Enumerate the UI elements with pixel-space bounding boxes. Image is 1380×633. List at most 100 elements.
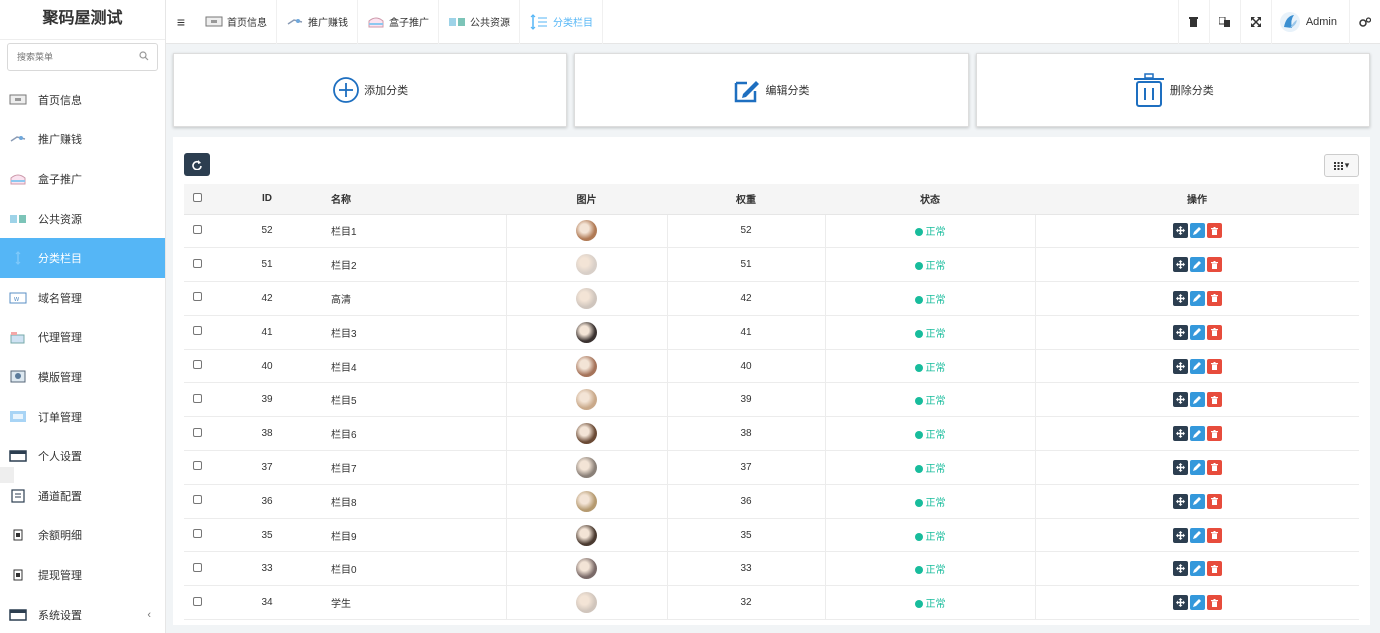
refresh-button[interactable] [184, 153, 210, 176]
search-box[interactable] [7, 43, 158, 71]
drag-move-button[interactable] [1172, 324, 1188, 340]
delete-row-button[interactable] [1206, 459, 1222, 475]
row-checkbox[interactable] [193, 292, 202, 302]
col-header-weight[interactable]: 权重 [667, 184, 825, 215]
category-thumbnail[interactable] [576, 355, 597, 377]
delete-category-button[interactable]: 删除分类 [975, 53, 1370, 127]
sidebar-item-promo[interactable]: 推广赚钱 [0, 120, 165, 160]
row-select-cell[interactable] [184, 551, 211, 587]
clear-cache-button[interactable] [1177, 0, 1209, 44]
edit-row-button[interactable] [1189, 561, 1205, 577]
edit-row-button[interactable] [1189, 324, 1205, 340]
col-header-image[interactable]: 图片 [506, 184, 667, 215]
sidebar-item-channel[interactable]: 通道配置 [0, 476, 165, 516]
table-row[interactable]: 33 栏目0 33 正常 [184, 551, 1359, 587]
row-select-cell[interactable] [184, 484, 211, 519]
delete-row-button[interactable] [1206, 290, 1222, 306]
table-row[interactable]: 41 栏目3 41 正常 [184, 315, 1359, 350]
row-checkbox[interactable] [193, 326, 202, 336]
delete-row-button[interactable] [1206, 324, 1222, 340]
tab-home[interactable]: 首页信息 [196, 0, 277, 44]
edit-row-button[interactable] [1189, 358, 1205, 374]
drag-move-button[interactable] [1172, 595, 1188, 611]
sidebar-item-domain[interactable]: w 域名管理 [0, 278, 165, 318]
drag-move-button[interactable] [1172, 358, 1188, 374]
sidebar-item-balance[interactable]: 余额明细 [0, 516, 165, 556]
category-thumbnail[interactable] [576, 490, 597, 512]
delete-row-button[interactable] [1206, 223, 1222, 239]
drag-move-button[interactable] [1172, 527, 1188, 543]
table-row[interactable]: 51 栏目2 51 正常 [184, 247, 1359, 283]
add-category-button[interactable]: 添加分类 [173, 53, 568, 127]
edit-row-button[interactable] [1189, 426, 1205, 442]
sidebar-item-template[interactable]: 模版管理 [0, 357, 165, 397]
tab-category[interactable]: 分类栏目 [520, 0, 603, 44]
drag-move-button[interactable] [1172, 290, 1188, 306]
col-header-status[interactable]: 状态 [825, 184, 1035, 215]
drag-move-button[interactable] [1172, 493, 1188, 509]
delete-row-button[interactable] [1206, 257, 1222, 273]
sidebar-item-category[interactable]: 分类栏目 [0, 238, 165, 278]
row-checkbox[interactable] [193, 596, 202, 606]
tab-resource[interactable]: 公共资源 [439, 0, 520, 44]
table-row[interactable]: 52 栏目1 52 正常 [184, 214, 1359, 249]
delete-row-button[interactable] [1206, 493, 1222, 509]
category-thumbnail[interactable] [576, 389, 597, 411]
tab-box[interactable]: 盒子推广 [358, 0, 439, 44]
search-icon[interactable] [139, 51, 149, 61]
table-row[interactable]: 38 栏目6 38 正常 [184, 416, 1359, 452]
category-thumbnail[interactable] [576, 321, 597, 343]
category-thumbnail[interactable] [576, 558, 597, 580]
row-checkbox[interactable] [193, 393, 202, 403]
sidebar-item-system[interactable]: 系统设置 ‹ [0, 595, 165, 633]
col-header-name[interactable]: 名称 [323, 184, 506, 215]
sidebar-item-box[interactable]: 盒子推广 [0, 159, 165, 199]
language-button[interactable] [1208, 0, 1240, 44]
table-row[interactable]: 39 栏目5 39 正常 [184, 382, 1359, 418]
edit-row-button[interactable] [1189, 459, 1205, 475]
row-checkbox[interactable] [193, 461, 202, 471]
row-select-cell[interactable] [184, 247, 211, 283]
edit-row-button[interactable] [1189, 493, 1205, 509]
search-input[interactable] [8, 44, 128, 70]
drag-move-button[interactable] [1172, 223, 1188, 239]
category-thumbnail[interactable] [576, 423, 597, 445]
delete-row-button[interactable] [1206, 527, 1222, 543]
row-select-cell[interactable] [184, 281, 211, 316]
row-checkbox[interactable] [193, 529, 202, 539]
table-row[interactable]: 40 栏目4 40 正常 [184, 349, 1359, 384]
category-thumbnail[interactable] [576, 287, 597, 309]
drag-move-button[interactable] [1172, 459, 1188, 475]
delete-row-button[interactable] [1206, 358, 1222, 374]
sidebar-item-home[interactable]: 首页信息 [0, 80, 165, 120]
table-row[interactable]: 37 栏目7 37 正常 [184, 450, 1359, 485]
row-select-cell[interactable] [184, 315, 211, 350]
chevron-left-icon[interactable]: ‹ [147, 609, 151, 621]
row-select-cell[interactable] [184, 518, 211, 553]
edit-row-button[interactable] [1189, 223, 1205, 239]
table-row[interactable]: 36 栏目8 36 正常 [184, 484, 1359, 519]
row-select-cell[interactable] [184, 382, 211, 418]
drag-move-button[interactable] [1172, 561, 1188, 577]
row-select-cell[interactable] [184, 349, 211, 384]
sidebar-item-personal[interactable]: 个人设置 [0, 436, 165, 476]
table-row[interactable]: 34 学生 32 正常 [184, 585, 1359, 621]
edit-row-button[interactable] [1189, 257, 1205, 273]
row-checkbox[interactable] [193, 562, 202, 572]
category-thumbnail[interactable] [576, 254, 597, 276]
select-all-checkbox[interactable] [193, 192, 202, 202]
row-checkbox[interactable] [193, 224, 202, 234]
settings-button[interactable] [1349, 0, 1380, 44]
menu-toggle-icon[interactable]: ≡ [166, 14, 196, 30]
row-checkbox[interactable] [193, 258, 202, 268]
drag-move-button[interactable] [1172, 257, 1188, 273]
row-select-cell[interactable] [184, 585, 211, 621]
drag-move-button[interactable] [1172, 392, 1188, 408]
tab-promo[interactable]: 推广赚钱 [277, 0, 358, 44]
select-all-cell[interactable] [184, 184, 211, 215]
row-checkbox[interactable] [193, 495, 202, 505]
sidebar-item-agent[interactable]: 代理管理 [0, 318, 165, 358]
delete-row-button[interactable] [1206, 595, 1222, 611]
delete-row-button[interactable] [1206, 426, 1222, 442]
col-header-id[interactable]: ID [211, 184, 323, 215]
